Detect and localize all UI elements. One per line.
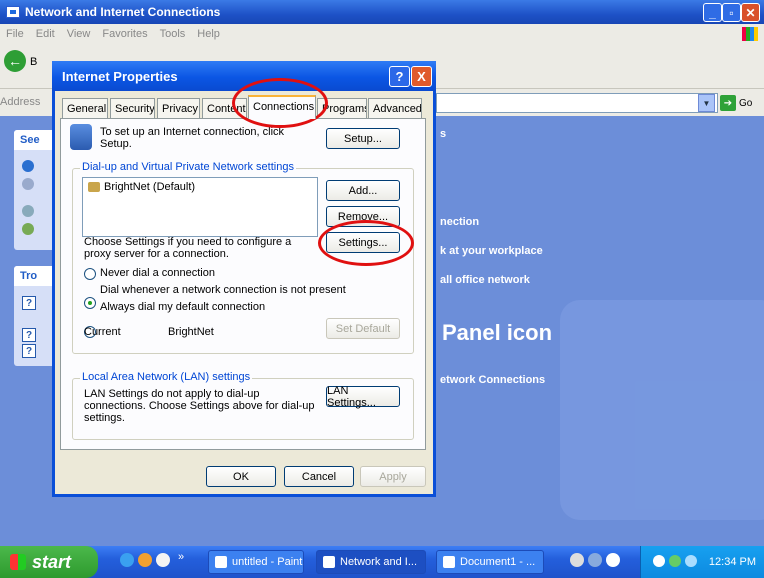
network-folder-icon [323, 556, 335, 568]
start-button[interactable]: start [0, 546, 98, 578]
pen-tray-icon[interactable] [570, 553, 584, 567]
word-icon [443, 556, 455, 568]
media-quicklaunch-icon[interactable] [138, 553, 152, 567]
tab-security[interactable]: Security [110, 98, 155, 118]
task-link[interactable]: k at your workplace [440, 245, 543, 257]
task-label: untitled - Paint [232, 556, 303, 568]
go-button[interactable]: ➔ Go [720, 94, 760, 112]
menu-favorites[interactable]: Favorites [102, 28, 147, 40]
go-label: Go [739, 97, 753, 109]
tab-advanced[interactable]: Advanced [368, 98, 422, 118]
dialup-connection-icon [88, 182, 100, 192]
radio-dial-whenever[interactable] [84, 297, 96, 309]
ok-button[interactable]: OK [206, 466, 276, 487]
setup-button[interactable]: Setup... [326, 128, 400, 149]
radio-never-dial[interactable] [84, 268, 96, 280]
chevron-down-icon[interactable]: ▼ [698, 94, 715, 112]
back-arrow-icon[interactable]: ← [4, 50, 26, 72]
start-label: start [32, 551, 72, 572]
address-label: Address [0, 96, 41, 108]
network-connections-link[interactable]: etwork Connections [440, 374, 545, 386]
task-paint[interactable]: untitled - Paint [208, 550, 304, 574]
phone-icon[interactable] [22, 205, 34, 217]
maximize-button[interactable]: ▫ [722, 3, 741, 22]
help-topic-icon[interactable]: ? [22, 328, 36, 342]
menu-tools[interactable]: Tools [160, 28, 186, 40]
address-input[interactable] [436, 93, 718, 113]
add-button[interactable]: Add... [326, 180, 400, 201]
set-default-button[interactable]: Set Default [326, 318, 400, 339]
lan-settings-text: LAN Settings do not apply to dial-up con… [84, 388, 315, 424]
radio-always-dial-label[interactable]: Always dial my default connection [100, 301, 265, 313]
close-window-button[interactable]: ✕ [741, 3, 760, 22]
explorer-title: Network and Internet Connections [25, 5, 221, 19]
tab-privacy[interactable]: Privacy [157, 98, 200, 118]
minimize-button[interactable]: _ [703, 3, 722, 22]
tab-general[interactable]: General [62, 98, 108, 118]
highlight-settings-button [318, 220, 414, 266]
windows-flag-icon [10, 554, 26, 570]
watermark-check-graphic [560, 300, 764, 520]
tray-icon[interactable] [669, 555, 681, 567]
panel-icon-heading: Panel icon [442, 320, 553, 345]
modem-icon[interactable] [22, 178, 34, 190]
task-link[interactable]: all office network [440, 274, 530, 286]
network-icon[interactable] [22, 160, 34, 172]
back-label[interactable]: B [30, 56, 37, 68]
task-link[interactable]: nection [440, 216, 479, 228]
current-label: Current [84, 326, 121, 338]
menu-edit[interactable]: Edit [36, 28, 55, 40]
system-tray: 12:34 PM [640, 546, 764, 578]
dialup-group-label: Dial-up and Virtual Private Network sett… [80, 161, 296, 173]
task-label: Network and I... [340, 556, 418, 568]
lan-settings-button[interactable]: LAN Settings... [326, 385, 400, 409]
menu-view[interactable]: View [67, 28, 91, 40]
clock[interactable]: 12:34 PM [709, 556, 756, 568]
browser-quicklaunch-icon[interactable] [156, 553, 170, 567]
tab-connections[interactable]: Connections [248, 95, 316, 119]
keyboard-tray-icon[interactable] [588, 553, 602, 567]
cancel-button[interactable]: Cancel [284, 466, 354, 487]
paint-icon [215, 556, 227, 568]
current-value: BrightNet [168, 326, 214, 338]
help-tray-icon[interactable] [606, 553, 620, 567]
help-button[interactable]: ? [389, 66, 410, 87]
tray-icon[interactable] [685, 555, 697, 567]
connection-icon[interactable] [22, 223, 34, 235]
ie-quicklaunch-icon[interactable] [120, 553, 134, 567]
proxy-settings-text: Choose Settings if you need to configure… [84, 236, 292, 260]
radio-never-dial-label[interactable]: Never dial a connection [100, 267, 215, 279]
apply-button[interactable]: Apply [360, 466, 426, 487]
connection-list-item[interactable]: BrightNet (Default) [104, 181, 195, 193]
setup-instructions: To set up an Internet connection, click … [100, 126, 285, 150]
menu-help[interactable]: Help [197, 28, 220, 40]
computer-globe-icon [70, 124, 92, 150]
quicklaunch-chevron[interactable]: » [178, 551, 184, 563]
network-folder-icon [6, 6, 20, 18]
tray-icon[interactable] [653, 555, 665, 567]
explorer-title-bar: Network and Internet Connections [0, 0, 764, 24]
go-arrow-icon: ➔ [720, 95, 736, 111]
help-topic-icon[interactable]: ? [22, 344, 36, 358]
lan-group-label: Local Area Network (LAN) settings [80, 371, 253, 383]
windows-logo-icon [742, 27, 758, 41]
menu-file[interactable]: File [6, 28, 24, 40]
task-label: Document1 - ... [460, 556, 536, 568]
radio-dial-whenever-label[interactable]: Dial whenever a network connection is no… [100, 284, 346, 296]
menu-bar: File Edit View Favorites Tools Help [0, 24, 764, 44]
dialog-close-button[interactable]: X [411, 66, 432, 87]
content-heading-fragment: s [440, 128, 447, 140]
task-document[interactable]: Document1 - ... [436, 550, 544, 574]
task-network[interactable]: Network and I... [316, 550, 426, 574]
help-topic-icon[interactable]: ? [22, 296, 36, 310]
